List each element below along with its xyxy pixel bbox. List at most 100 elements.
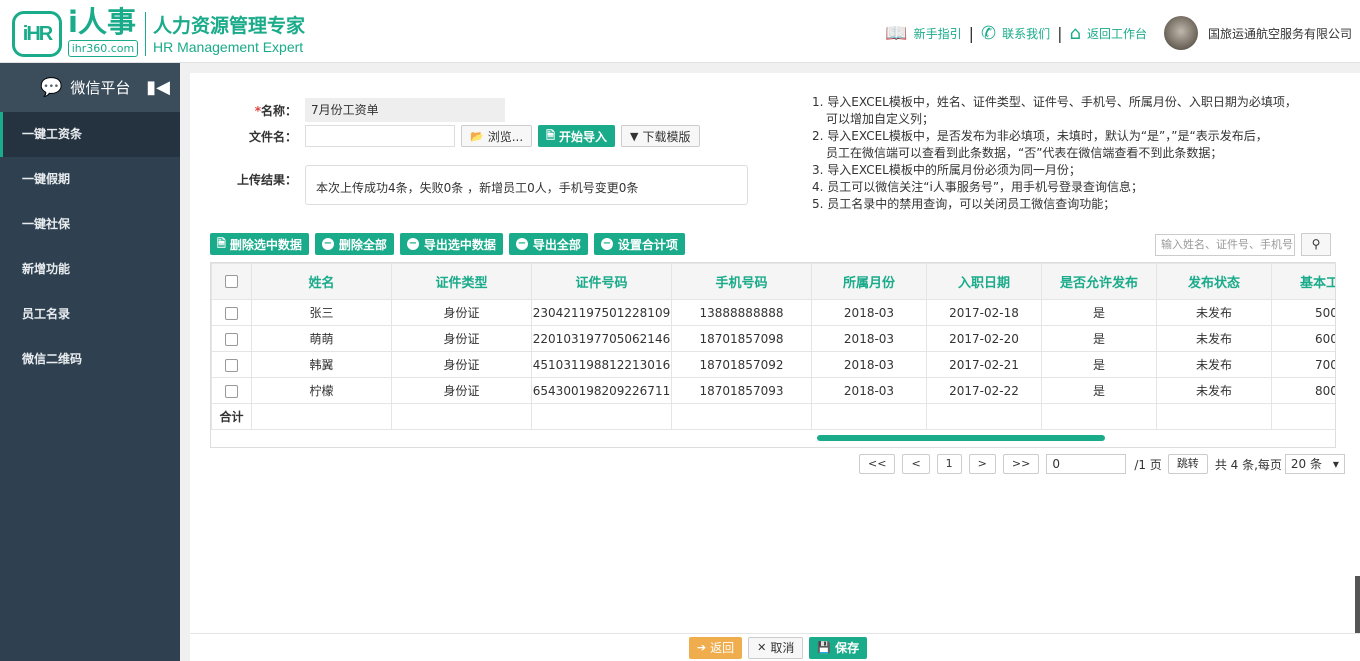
logo-mark: iHR	[12, 11, 62, 57]
browse-button[interactable]: 📂 浏览...	[461, 125, 533, 147]
footer-actions: ➔ 返回 ✕ 取消 💾 保存	[190, 633, 1360, 661]
nav-contact-label: 联系我们	[1002, 26, 1051, 41]
file-name-field[interactable]	[305, 125, 455, 147]
table-cell: 18701857092	[671, 351, 812, 378]
first-page-button[interactable]: <<	[859, 454, 896, 474]
table-cell	[671, 403, 812, 430]
row-select-cell	[211, 351, 252, 378]
column-header[interactable]: 证件类型	[391, 263, 532, 300]
search-button[interactable]: ⚲	[1301, 233, 1331, 256]
export-all-button[interactable]: − 导出全部	[508, 233, 588, 255]
jump-page-input[interactable]: 0	[1046, 454, 1127, 474]
column-header[interactable]: 手机号码	[671, 263, 812, 300]
column-header[interactable]: 证件号码	[531, 263, 672, 300]
record-summary: 共 4 条,每页	[1214, 457, 1282, 472]
collapse-icon[interactable]: ▮◀	[146, 77, 170, 98]
company-name[interactable]: 国旅运通航空服务有限公司	[1208, 25, 1352, 42]
sidebar-item-salary-slip[interactable]: 一键工资条	[0, 112, 180, 157]
note-line: 5. 员工名录中的禁用查询，可以关闭员工微信查询功能；	[812, 197, 1116, 211]
sidebar-item-leave[interactable]: 一键假期	[0, 157, 180, 202]
sidebar-title: 微信平台	[70, 79, 131, 97]
row-checkbox[interactable]	[225, 384, 238, 398]
logo-title: i人事	[68, 5, 136, 39]
sidebar-item-employee-directory[interactable]: 员工名录	[0, 292, 180, 337]
table-cell: 是	[1041, 299, 1157, 326]
sidebar-header: 💬 微信平台 ▮◀	[0, 63, 180, 112]
last-page-button[interactable]: >>	[1002, 454, 1040, 474]
table-cell: 身份证	[391, 377, 532, 404]
total-row: 合计	[211, 403, 1335, 430]
salary-table: 姓名 证件类型 证件号码 手机号码 所属月份 入职日期 是否允许发布 发布状态 …	[210, 262, 1336, 448]
column-header[interactable]: 基本工资	[1271, 263, 1335, 300]
table-cell: 2017-02-21	[926, 351, 1042, 378]
nav-home-link[interactable]: ⌂ 返回工作台	[1070, 23, 1147, 44]
column-header[interactable]: 姓名	[251, 263, 392, 300]
sidebar-item-qrcode[interactable]: 微信二维码	[0, 337, 180, 382]
table-row[interactable]: 萌萌 身份证 220103197705062146 18701857098 20…	[211, 325, 1335, 352]
search-input[interactable]: 输入姓名、证件号、手机号	[1155, 234, 1295, 256]
avatar[interactable]	[1163, 16, 1198, 50]
table-cell: 身份证	[391, 325, 532, 352]
save-icon: 💾	[817, 641, 832, 654]
file-import-icon: 🗎	[546, 128, 556, 142]
table-cell: 2018-03	[811, 351, 927, 378]
table-row[interactable]: 张三 身份证 230421197501228109 13888888888 20…	[211, 299, 1335, 326]
save-button[interactable]: 💾 保存	[809, 636, 868, 659]
sidebar-item-social-security[interactable]: 一键社保	[0, 202, 180, 247]
set-total-button[interactable]: − 设置合计项	[593, 233, 685, 255]
table-cell	[1156, 403, 1272, 430]
table-cell: 230421197501228109	[531, 299, 672, 326]
delete-all-button[interactable]: − 删除全部	[314, 233, 394, 255]
name-row: *名称： 7月份工资单	[190, 98, 505, 122]
table-cell: 是	[1041, 377, 1157, 404]
nav-separator: |	[1057, 23, 1063, 43]
column-header[interactable]: 是否允许发布	[1041, 263, 1157, 300]
table-cell	[391, 403, 532, 430]
table-row[interactable]: 柠檬 身份证 654300198209226711 18701857093 20…	[211, 377, 1335, 404]
upload-result: 本次上传成功4条，失败0条 ，新增员工0人，手机号变更0条	[305, 165, 748, 205]
column-header[interactable]: 发布状态	[1156, 263, 1272, 300]
page-size-select[interactable]: 20 条 ▾	[1284, 454, 1345, 474]
nav-contact-link[interactable]: ✆ 联系我们	[981, 23, 1050, 44]
page-number-button[interactable]: 1	[936, 454, 962, 474]
sidebar-item-new-features[interactable]: 新增功能	[0, 247, 180, 292]
table-cell: 未发布	[1156, 299, 1272, 326]
cancel-button[interactable]: ✕ 取消	[748, 636, 804, 659]
vertical-scrollbar[interactable]	[1355, 576, 1360, 633]
jump-button[interactable]: 跳转	[1167, 454, 1208, 474]
row-checkbox[interactable]	[225, 306, 238, 320]
table-row[interactable]: 韩翼 身份证 451031198812213016 18701857092 20…	[211, 351, 1335, 378]
nav-separator: |	[968, 23, 975, 43]
column-header[interactable]: 所属月份	[811, 263, 927, 300]
nav-guide-label: 新手指引	[913, 26, 962, 41]
export-selected-button[interactable]: − 导出选中数据	[399, 233, 503, 255]
table-cell: 柠檬	[251, 377, 392, 404]
select-all-checkbox[interactable]	[225, 275, 238, 288]
nav-guide-link[interactable]: 📖 新手指引	[885, 23, 961, 44]
horizontal-scrollbar[interactable]	[817, 435, 1105, 441]
table-cell: 6000	[1271, 325, 1335, 352]
home-icon: ⌂	[1069, 22, 1081, 44]
name-field[interactable]: 7月份工资单	[305, 98, 505, 122]
back-button[interactable]: ➔ 返回	[688, 636, 743, 659]
result-row: 上传结果： 本次上传成功4条，失败0条 ，新增员工0人，手机号变更0条	[190, 165, 748, 205]
table-cell: 2017-02-22	[926, 377, 1042, 404]
table-cell	[251, 403, 392, 430]
table-cell: 2018-03	[811, 325, 927, 352]
row-checkbox[interactable]	[225, 332, 238, 346]
file-delete-icon: 🗎	[217, 236, 226, 250]
next-page-button[interactable]: >	[968, 454, 996, 474]
select-all-cell	[211, 263, 252, 300]
book-icon: 📖	[885, 22, 908, 44]
table-cell: 身份证	[391, 299, 532, 326]
delete-selected-button[interactable]: 🗎 删除选中数据	[210, 233, 309, 255]
prev-page-button[interactable]: <	[902, 454, 930, 474]
column-header[interactable]: 入职日期	[926, 263, 1042, 300]
row-checkbox[interactable]	[225, 358, 238, 372]
note-line: 4. 员工可以微信关注“i人事服务号”，用手机号登录查询信息；	[812, 180, 1144, 194]
table-cell	[811, 403, 927, 430]
download-icon: ▼	[630, 129, 639, 143]
download-template-button[interactable]: ▼ 下载模版	[621, 125, 700, 147]
table-cell: 2018-03	[811, 377, 927, 404]
start-import-button[interactable]: 🗎 开始导入	[538, 125, 616, 147]
